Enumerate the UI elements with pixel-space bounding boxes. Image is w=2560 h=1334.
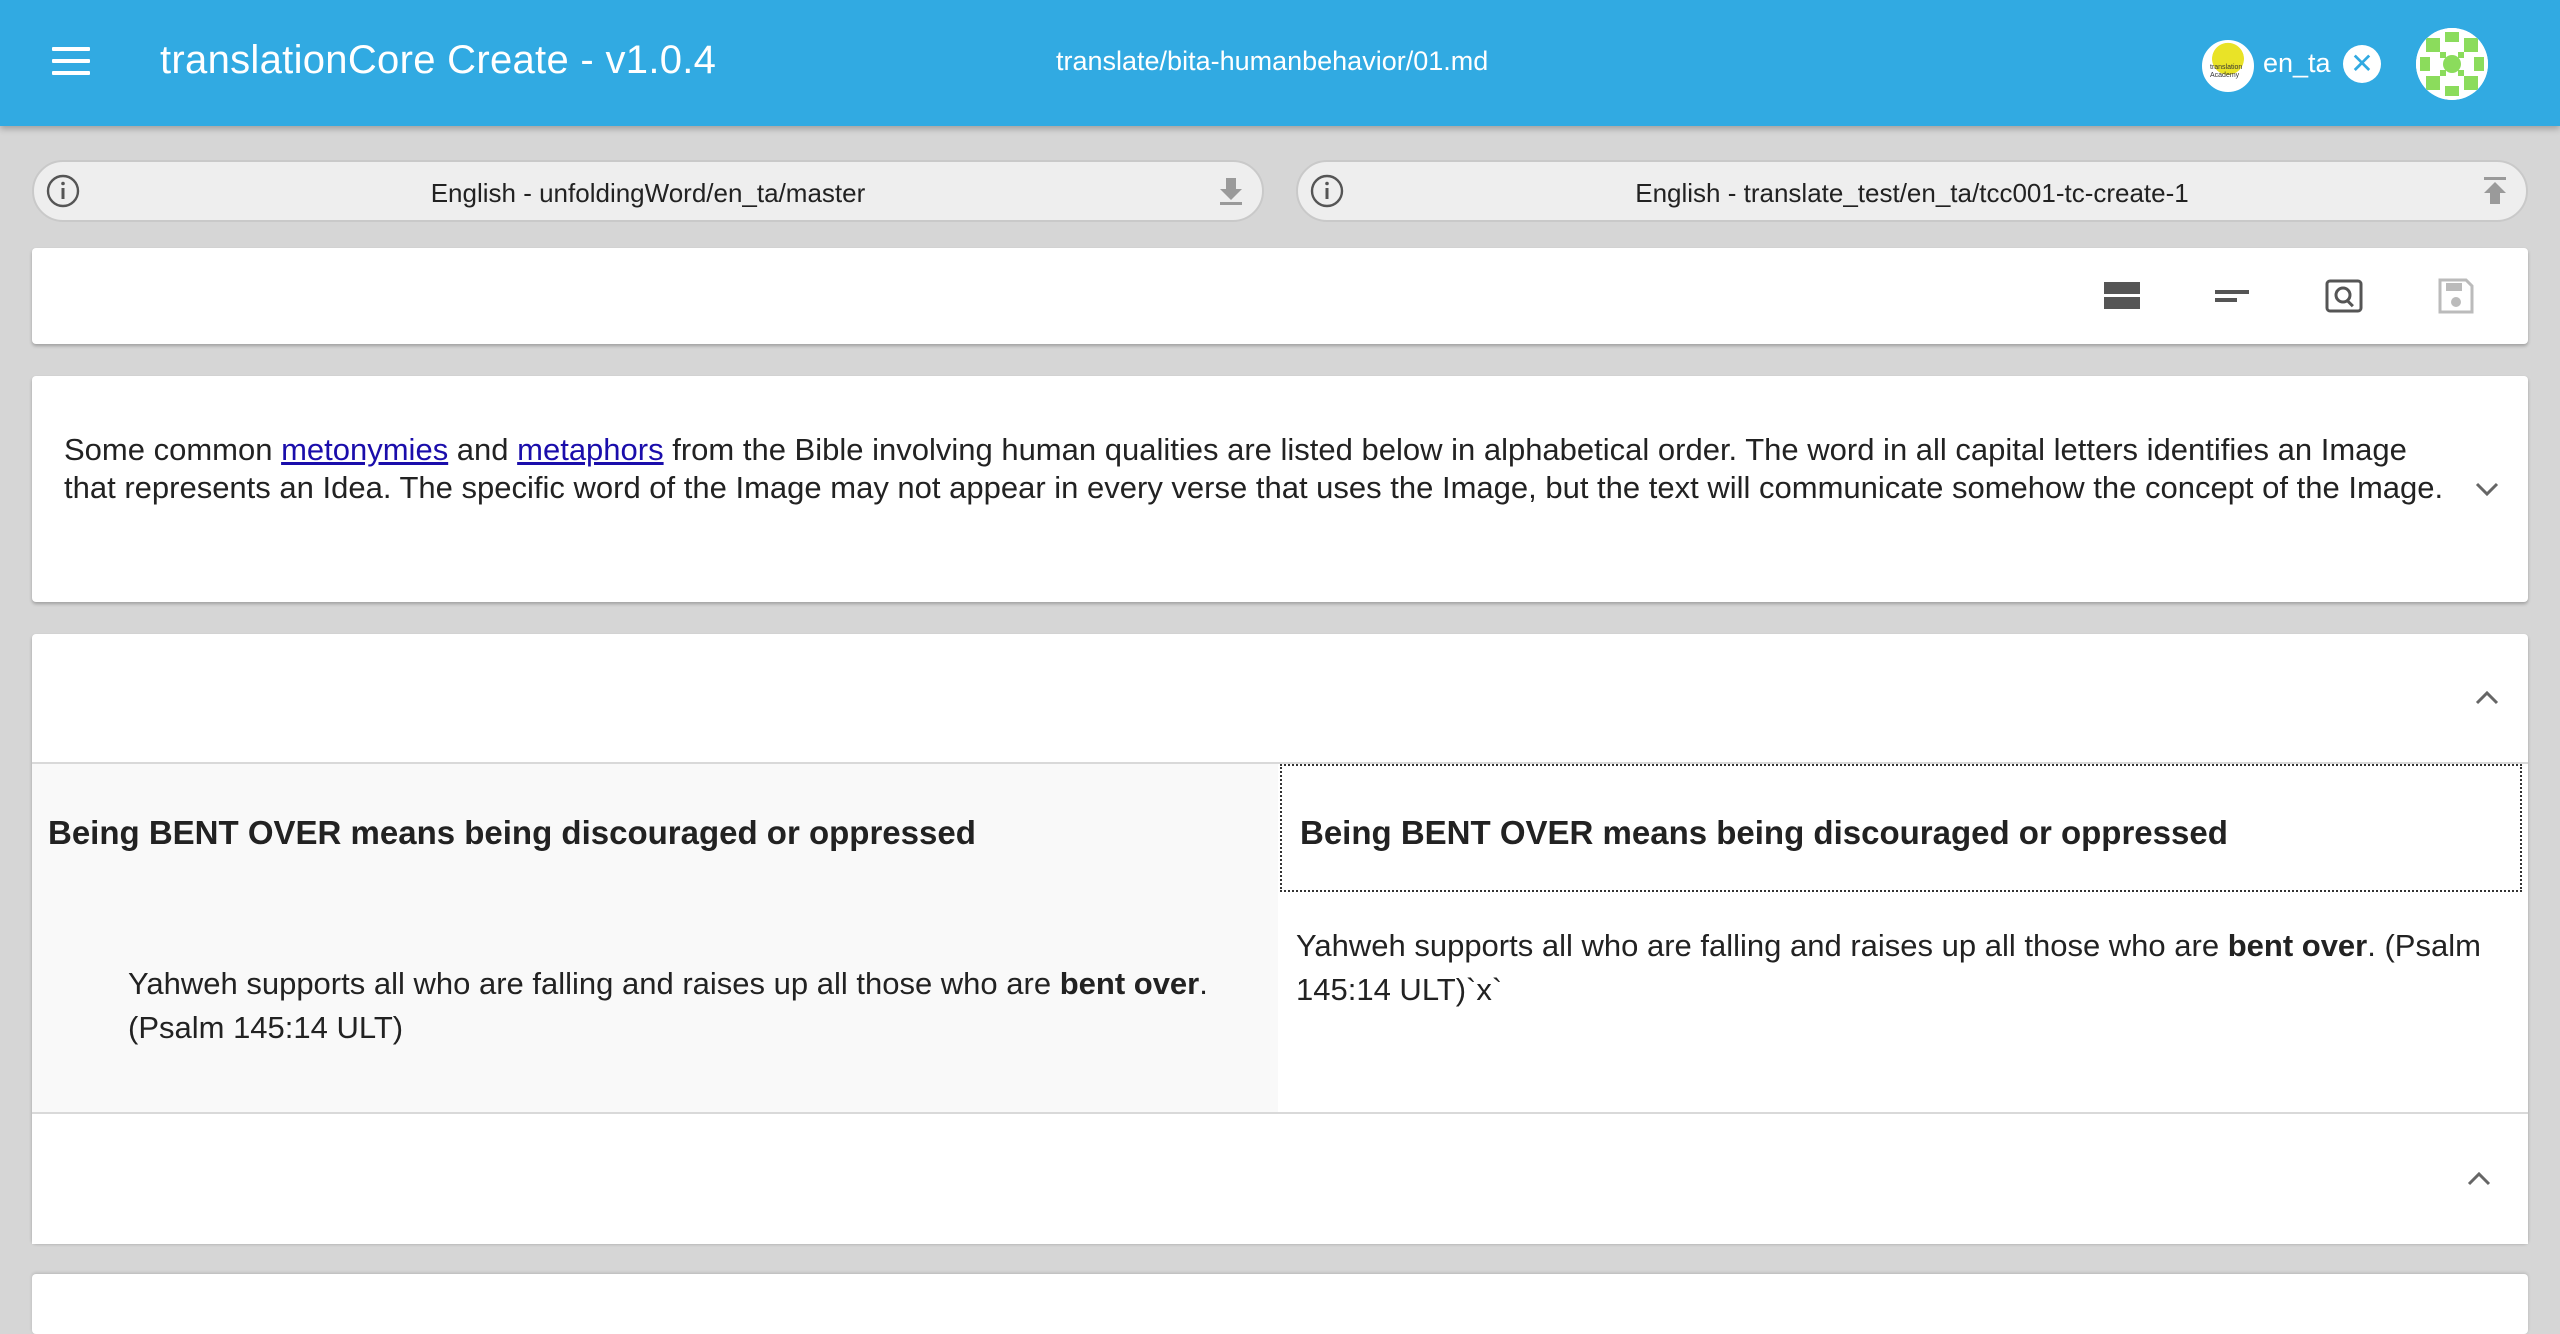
- file-path: translate/bita-humanbehavior/01.md: [1056, 46, 1489, 76]
- minus-lines-icon[interactable]: [2212, 276, 2252, 316]
- target-heading-editor[interactable]: Being BENT OVER means being discouraged …: [1280, 764, 2522, 892]
- upload-icon[interactable]: [2478, 174, 2512, 208]
- avatar-pattern-icon: [2416, 28, 2488, 100]
- app-title: translationCore Create - v1.0.4: [160, 38, 717, 82]
- intro-card: Some common metonymies and metaphors fro…: [32, 376, 2528, 602]
- intro-text: Some common metonymies and metaphors fro…: [64, 431, 2464, 507]
- source-heading: Being BENT OVER means being discouraged …: [48, 814, 976, 851]
- logo-text: translation Academy: [2210, 64, 2243, 79]
- source-resource-label: English - unfoldingWord/en_ta/master: [430, 178, 866, 208]
- target-resource-bar: English - translate_test/en_ta/tcc001-tc…: [1296, 160, 2528, 222]
- source-quote: Yahweh supports all who are falling and …: [128, 962, 1238, 1050]
- target-resource-label: English - translate_test/en_ta/tcc001-tc…: [1635, 178, 2189, 208]
- target-quote-text[interactable]: Yahweh supports all who are falling and …: [1296, 928, 2228, 963]
- preview-icon[interactable]: [2324, 276, 2364, 316]
- view-rows-icon[interactable]: [2102, 276, 2142, 316]
- next-section-card: [32, 1274, 2528, 1334]
- target-heading[interactable]: Being BENT OVER means being discouraged …: [1300, 814, 2228, 852]
- app-bar: translationCore Create - v1.0.4 translat…: [0, 0, 2560, 126]
- chevron-up-icon[interactable]: [2470, 681, 2504, 715]
- download-icon[interactable]: [1214, 174, 1248, 208]
- language-code: en_ta: [2263, 48, 2331, 78]
- target-quote-editor[interactable]: Yahweh supports all who are falling and …: [1296, 924, 2496, 1012]
- source-resource-bar: English - unfoldingWord/en_ta/master: [32, 160, 1264, 222]
- source-quote-text: Yahweh supports all who are falling and …: [128, 966, 1060, 1001]
- menu-icon[interactable]: [52, 47, 92, 79]
- editor-toolbar: [32, 248, 2528, 344]
- translation-academy-logo: translation Academy: [2202, 40, 2254, 92]
- section-card: Being BENT OVER means being discouraged …: [32, 634, 2528, 1244]
- close-language-icon[interactable]: ✕: [2343, 45, 2381, 83]
- metaphors-link[interactable]: metaphors: [517, 432, 663, 467]
- chevron-up-icon[interactable]: [2462, 1162, 2496, 1196]
- save-icon[interactable]: [2436, 276, 2476, 316]
- info-icon[interactable]: [1310, 174, 1344, 208]
- intro-text-between: and: [448, 432, 518, 467]
- section-footer: [32, 1112, 2528, 1244]
- source-quote-bold: bent over: [1059, 966, 1200, 1001]
- user-avatar[interactable]: [2416, 28, 2488, 100]
- section-header: [32, 634, 2528, 764]
- metonymies-link[interactable]: metonymies: [281, 432, 448, 467]
- target-quote-bold[interactable]: bent over: [2228, 928, 2368, 963]
- info-icon[interactable]: [46, 174, 80, 208]
- intro-text-before: Some common: [64, 432, 282, 467]
- chevron-down-icon[interactable]: [2470, 472, 2504, 506]
